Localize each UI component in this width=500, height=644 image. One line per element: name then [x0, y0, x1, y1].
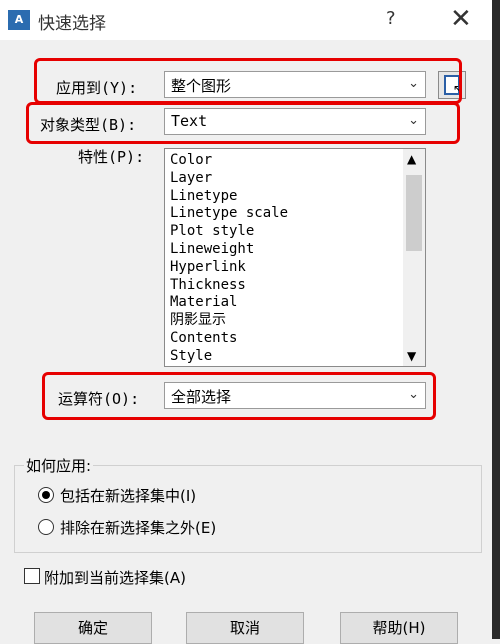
operator-label: 运算符(O):	[58, 390, 140, 408]
list-item[interactable]: Style	[170, 348, 288, 366]
app-icon: A	[8, 10, 30, 30]
append-label: 附加到当前选择集(A)	[44, 569, 186, 587]
chevron-up-icon[interactable]: ▲	[407, 152, 416, 166]
properties-scrollbar[interactable]: ▲ ▼	[403, 149, 425, 366]
ok-button[interactable]: 确定	[34, 612, 152, 644]
list-item[interactable]: Contents	[170, 330, 288, 348]
chevron-down-icon: ⌄	[408, 76, 419, 91]
title-bar: A 快速选择 ? ✕	[0, 0, 500, 40]
list-item[interactable]: Color	[170, 152, 288, 170]
object-type-label: 对象类型(B):	[40, 116, 137, 134]
list-item[interactable]: Lineweight	[170, 241, 288, 259]
list-item[interactable]: Thickness	[170, 277, 288, 295]
append-checkbox[interactable]	[24, 568, 40, 584]
list-item[interactable]: Hyperlink	[170, 259, 288, 277]
background-edge	[492, 0, 500, 639]
object-type-value: Text	[171, 112, 208, 130]
cancel-button[interactable]: 取消	[186, 612, 304, 644]
list-item[interactable]: Linetype scale	[170, 205, 288, 223]
list-item[interactable]: Linetype	[170, 188, 288, 206]
chevron-down-icon: ⌄	[408, 387, 419, 402]
scroll-thumb[interactable]	[406, 175, 422, 251]
list-item[interactable]: 阴影显示	[170, 312, 288, 330]
how-to-apply-group	[14, 465, 482, 553]
apply-to-label: 应用到(Y):	[56, 79, 138, 97]
close-button[interactable]: ✕	[450, 4, 472, 34]
apply-to-value: 整个图形	[171, 77, 232, 95]
list-item[interactable]: Material	[170, 294, 288, 312]
apply-to-dropdown[interactable]: 整个图形 ⌄	[164, 71, 426, 98]
cursor-icon: ↖	[453, 82, 464, 96]
select-objects-button[interactable]: ↖	[438, 71, 466, 99]
how-to-apply-label: 如何应用:	[24, 455, 94, 476]
properties-list[interactable]: Color Layer Linetype Linetype scale Plot…	[164, 148, 426, 367]
operator-value: 全部选择	[171, 388, 232, 406]
help-button[interactable]: 帮助(H)	[340, 612, 458, 644]
list-item[interactable]: Plot style	[170, 223, 288, 241]
properties-label: 特性(P):	[78, 148, 145, 166]
include-label: 包括在新选择集中(I)	[60, 487, 197, 505]
window-title: 快速选择	[38, 14, 106, 34]
object-type-dropdown[interactable]: Text ⌄	[164, 108, 426, 135]
exclude-label: 排除在新选择集之外(E)	[60, 519, 217, 537]
help-title-button[interactable]: ?	[386, 8, 396, 29]
operator-dropdown[interactable]: 全部选择 ⌄	[164, 382, 426, 409]
include-radio[interactable]	[38, 487, 54, 503]
chevron-down-icon[interactable]: ▼	[407, 349, 416, 363]
exclude-radio[interactable]	[38, 519, 54, 535]
chevron-down-icon: ⌄	[408, 113, 419, 128]
list-item[interactable]: Layer	[170, 170, 288, 188]
